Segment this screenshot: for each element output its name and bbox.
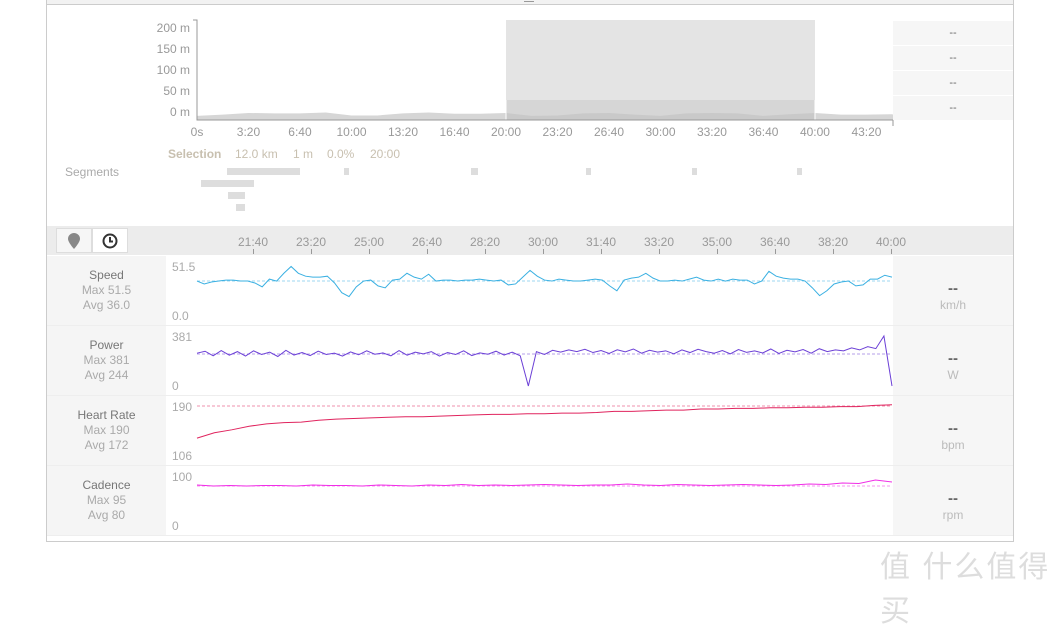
cadence-line bbox=[196, 479, 893, 487]
row-divider bbox=[47, 535, 1013, 536]
timeline-tick bbox=[311, 249, 312, 254]
timeline-tick bbox=[833, 249, 834, 254]
row-divider bbox=[47, 395, 1013, 396]
timeline-tick-label: 35:00 bbox=[701, 235, 733, 249]
timeline-tick-label: 21:40 bbox=[237, 235, 269, 249]
metric-label-panel: Speed Max 51.5 Avg 36.0 bbox=[47, 256, 166, 325]
timeline-tick bbox=[891, 249, 892, 254]
metric-value-panel: -- km/h bbox=[893, 256, 1013, 325]
metric-axis-bottom: 0 bbox=[172, 519, 179, 533]
metric-label-panel: Heart Rate Max 190 Avg 172 bbox=[47, 396, 166, 465]
metric-title: Speed bbox=[89, 268, 124, 282]
watermark-logo: 值 什么值得买 bbox=[880, 551, 1051, 628]
timeline-tick-label: 38:20 bbox=[817, 235, 849, 249]
elevation-y-tick: 50 m bbox=[163, 84, 190, 98]
elevation-x-tick: 26:40 bbox=[593, 125, 624, 139]
timeline-tick bbox=[485, 249, 486, 254]
timeline-tick-label: 31:40 bbox=[585, 235, 617, 249]
elevation-x-tick: 43:20 bbox=[851, 125, 882, 139]
metric-axis-bottom: 106 bbox=[172, 449, 193, 463]
elevation-x-tick: 36:40 bbox=[748, 125, 779, 139]
metric-avg: Avg 172 bbox=[84, 438, 129, 452]
metric-max: Max 95 bbox=[86, 493, 127, 507]
metric-axis-top: 51.5 bbox=[172, 260, 196, 274]
metric-avg: Avg 244 bbox=[84, 368, 129, 382]
timeline-tick-label: 28:20 bbox=[469, 235, 501, 249]
elevation-x-tick: 13:20 bbox=[387, 125, 418, 139]
metric-unit: km/h bbox=[939, 298, 966, 312]
timeline-tick-label: 33:20 bbox=[643, 235, 675, 249]
metric-axis-top: 381 bbox=[172, 330, 193, 344]
elevation-y-tick: 150 m bbox=[156, 42, 190, 56]
timeline-tick-label: 26:40 bbox=[411, 235, 443, 249]
elevation-x-tick: 20:00 bbox=[490, 125, 521, 139]
elevation-x-tick: 6:40 bbox=[288, 125, 312, 139]
metric-label-panel: Power Max 381 Avg 244 bbox=[47, 326, 166, 395]
metric-title: Cadence bbox=[82, 478, 131, 492]
metric-title: Power bbox=[89, 338, 124, 352]
timeline-tick-label: 40:00 bbox=[875, 235, 907, 249]
elevation-side-value: -- bbox=[893, 71, 1013, 95]
elevation-x-tick: 30:00 bbox=[645, 125, 676, 139]
power-line bbox=[196, 334, 893, 387]
metric-value-panel: -- W bbox=[893, 326, 1013, 395]
elevation-side-value: -- bbox=[893, 21, 1013, 45]
metric-value-panel: -- bpm bbox=[893, 396, 1013, 465]
heart-rate-line bbox=[196, 404, 893, 439]
timeline-tick bbox=[253, 249, 254, 254]
elevation-x-tick: 0s bbox=[190, 125, 204, 139]
elevation-x-tick: 40:00 bbox=[799, 125, 830, 139]
timeline-tick-label: 23:20 bbox=[295, 235, 327, 249]
metric-title: Heart Rate bbox=[77, 408, 136, 422]
metric-avg: Avg 80 bbox=[87, 508, 126, 522]
timeline-tick bbox=[775, 249, 776, 254]
elevation-x-tick: 33:20 bbox=[696, 125, 727, 139]
timeline-tick-label: 30:00 bbox=[527, 235, 559, 249]
metric-unit: rpm bbox=[942, 508, 964, 522]
elevation-y-tick: 0 m bbox=[169, 105, 190, 119]
metric-max: Max 190 bbox=[83, 423, 130, 437]
timeline-tick bbox=[601, 249, 602, 254]
timeline-tick bbox=[717, 249, 718, 254]
metric-axis-bottom: 0 bbox=[172, 379, 179, 393]
elevation-x-tick: 23:20 bbox=[542, 125, 573, 139]
elevation-x-tick: 16:40 bbox=[439, 125, 470, 139]
elevation-x-tick: 3:20 bbox=[236, 125, 261, 139]
elevation-x-tick: 10:00 bbox=[336, 125, 367, 139]
timeline-tick bbox=[659, 249, 660, 254]
elevation-y-tick: 100 m bbox=[156, 63, 190, 77]
timeline-tick bbox=[427, 249, 428, 254]
elevation-side-value: -- bbox=[893, 46, 1013, 70]
metric-value: -- bbox=[948, 280, 958, 297]
metric-value: -- bbox=[948, 350, 958, 367]
metric-value-panel: -- rpm bbox=[893, 466, 1013, 535]
metric-unit: W bbox=[947, 368, 959, 382]
metric-axis-bottom: 0.0 bbox=[172, 309, 189, 323]
metric-max: Max 381 bbox=[83, 353, 130, 367]
timeline-tick bbox=[543, 249, 544, 254]
timeline-tick-label: 25:00 bbox=[353, 235, 385, 249]
row-divider bbox=[47, 325, 1013, 326]
elevation-side-value: -- bbox=[893, 96, 1013, 120]
timeline-tick-label: 36:40 bbox=[759, 235, 791, 249]
metric-label-panel: Cadence Max 95 Avg 80 bbox=[47, 466, 166, 535]
metric-axis-top: 190 bbox=[172, 400, 193, 414]
timeline-tick bbox=[369, 249, 370, 254]
row-divider bbox=[47, 465, 1013, 466]
metric-unit: bpm bbox=[941, 438, 965, 452]
metric-max: Max 51.5 bbox=[81, 283, 132, 297]
metric-value: -- bbox=[948, 420, 958, 437]
metric-avg: Avg 36.0 bbox=[82, 298, 131, 312]
metric-axis-top: 100 bbox=[172, 470, 193, 484]
metric-value: -- bbox=[948, 490, 958, 507]
elevation-y-tick: 200 m bbox=[156, 21, 190, 35]
